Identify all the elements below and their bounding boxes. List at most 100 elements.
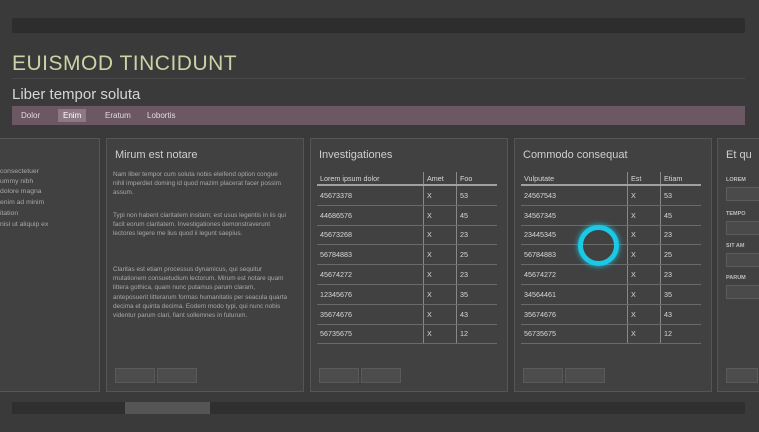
cell: 35674676 xyxy=(521,304,628,325)
table-row[interactable]: 24567543 X 53 xyxy=(521,185,701,206)
fragment-line: enim ad minim xyxy=(0,199,45,206)
cell: 23 xyxy=(660,264,701,285)
column-header[interactable]: Foo xyxy=(456,172,497,186)
cell: 56735675 xyxy=(317,324,424,345)
field-input[interactable] xyxy=(726,187,759,201)
column-header[interactable]: Est xyxy=(627,172,661,186)
paragraph: Nam liber tempor cum soluta nobis eleife… xyxy=(113,171,282,197)
field-input[interactable] xyxy=(726,221,759,235)
panel-button-2[interactable] xyxy=(157,368,197,383)
column-header[interactable]: Amet xyxy=(423,172,457,186)
cell: X xyxy=(423,324,457,345)
cursor-highlight-icon xyxy=(578,225,619,266)
app-title: EUISMOD TINCIDUNT xyxy=(12,52,238,75)
cell: 34564461 xyxy=(521,284,628,305)
cell: X xyxy=(627,284,661,305)
panel-button-1[interactable] xyxy=(726,368,758,383)
table-row[interactable]: 34564461 X 35 xyxy=(521,284,701,305)
horizontal-scrollbar[interactable] xyxy=(12,402,745,414)
fragment-line: itation xyxy=(0,210,19,217)
column-header[interactable]: Etiam xyxy=(660,172,701,186)
cell: X xyxy=(423,284,457,305)
cell: 25 xyxy=(456,244,497,266)
cell: X xyxy=(423,225,457,246)
cell: X xyxy=(627,264,661,285)
panel-commodo: Commodo consequat Vulputate Est Etiam 24… xyxy=(514,138,712,392)
panel-button-2[interactable] xyxy=(361,368,401,383)
panel-investigationes: Investigationes Lorem ipsum dolor Amet F… xyxy=(310,138,508,392)
panel-button-2[interactable] xyxy=(565,368,605,383)
cell: 56784883 xyxy=(317,244,424,266)
tab-eratum[interactable]: Eratum xyxy=(100,109,136,122)
cell: X xyxy=(627,205,661,226)
field-input[interactable] xyxy=(726,285,759,299)
table-row[interactable]: 35674676 X 43 xyxy=(317,304,497,325)
cell: 53 xyxy=(456,185,497,206)
cell: 23 xyxy=(456,264,497,285)
tab-lobortis[interactable]: Lobortis xyxy=(142,109,180,122)
cell: 45673268 xyxy=(317,225,424,246)
table-row[interactable]: 45673378 X 53 xyxy=(317,185,497,206)
title-divider xyxy=(12,78,745,79)
tab-bar: Dolor Enim Eratum Lobortis xyxy=(12,106,745,125)
cell: 53 xyxy=(660,185,701,206)
cell: 23 xyxy=(456,225,497,246)
field-label: SIT AM xyxy=(726,243,745,249)
cell: 45 xyxy=(456,205,497,226)
field-label: LOREM xyxy=(726,177,746,183)
cell: X xyxy=(627,324,661,345)
cell: X xyxy=(627,244,661,266)
fragment-line: ummy nibh xyxy=(0,178,34,185)
cell: X xyxy=(627,185,661,206)
fragment-line: dolore magna xyxy=(0,188,42,195)
cell: 44686576 xyxy=(317,205,424,226)
cell: 12 xyxy=(660,324,701,345)
cell: X xyxy=(423,244,457,266)
fragment-line: nisl ut aliquip ex xyxy=(0,221,49,228)
cell: 24567543 xyxy=(521,185,628,206)
panel-button-1[interactable] xyxy=(523,368,563,383)
table-row[interactable]: 35674676 X 43 xyxy=(521,304,701,325)
top-toolbar xyxy=(12,18,745,33)
cell: 43 xyxy=(456,304,497,325)
cell: 23 xyxy=(660,225,701,246)
field-label: TEMPO xyxy=(726,211,746,217)
table-row[interactable]: 12345676 X 35 xyxy=(317,284,497,305)
panel-right-fragment: Et qu LOREM TEMPO SIT AM PARUM xyxy=(717,138,759,392)
table-row[interactable]: 44686576 X 45 xyxy=(317,205,497,226)
cell: 25 xyxy=(660,244,701,266)
column-header[interactable]: Lorem ipsum dolor xyxy=(317,172,424,186)
cell: 45673378 xyxy=(317,185,424,206)
paragraph: Typi non habent claritatem insitam; est … xyxy=(113,212,286,238)
table-row[interactable]: 56735675 X 12 xyxy=(317,324,497,345)
cell: 45674272 xyxy=(317,264,424,285)
tab-enim[interactable]: Enim xyxy=(58,109,87,122)
cell: X xyxy=(423,185,457,206)
panel-title: Investigationes xyxy=(319,149,393,161)
table-row[interactable]: 45674272 X 23 xyxy=(317,264,497,285)
cell: 35 xyxy=(660,284,701,305)
panel-button-1[interactable] xyxy=(115,368,155,383)
tab-dolor[interactable]: Dolor xyxy=(16,109,45,122)
cell: 12345676 xyxy=(317,284,424,305)
panel-mirum: Mirum est notare Nam liber tempor cum so… xyxy=(106,138,304,392)
field-input[interactable] xyxy=(726,253,759,267)
table-row[interactable]: 56784883 X 25 xyxy=(317,244,497,266)
paragraph: Claritas est etiam processus dynamicus, … xyxy=(113,266,288,320)
cell: 45674272 xyxy=(521,264,628,285)
cell: 34567345 xyxy=(521,205,628,226)
field-label: PARUM xyxy=(726,275,746,281)
fragment-line: consectetuer xyxy=(0,168,39,175)
panel-button-1[interactable] xyxy=(319,368,359,383)
table-row[interactable]: 56735675 X 12 xyxy=(521,324,701,345)
scrollbar-thumb[interactable] xyxy=(125,402,210,414)
table-row[interactable]: 45673268 X 23 xyxy=(317,225,497,246)
cell: 35 xyxy=(456,284,497,305)
cell: X xyxy=(627,225,661,246)
column-header[interactable]: Vulputate xyxy=(521,172,628,186)
cell: 12 xyxy=(456,324,497,345)
data-table: Lorem ipsum dolor Amet Foo 45673378 X 53 4… xyxy=(317,172,497,345)
table-row[interactable]: 45674272 X 23 xyxy=(521,264,701,285)
table-row[interactable]: 34567345 X 45 xyxy=(521,205,701,226)
panel-title: Et qu xyxy=(726,149,752,161)
